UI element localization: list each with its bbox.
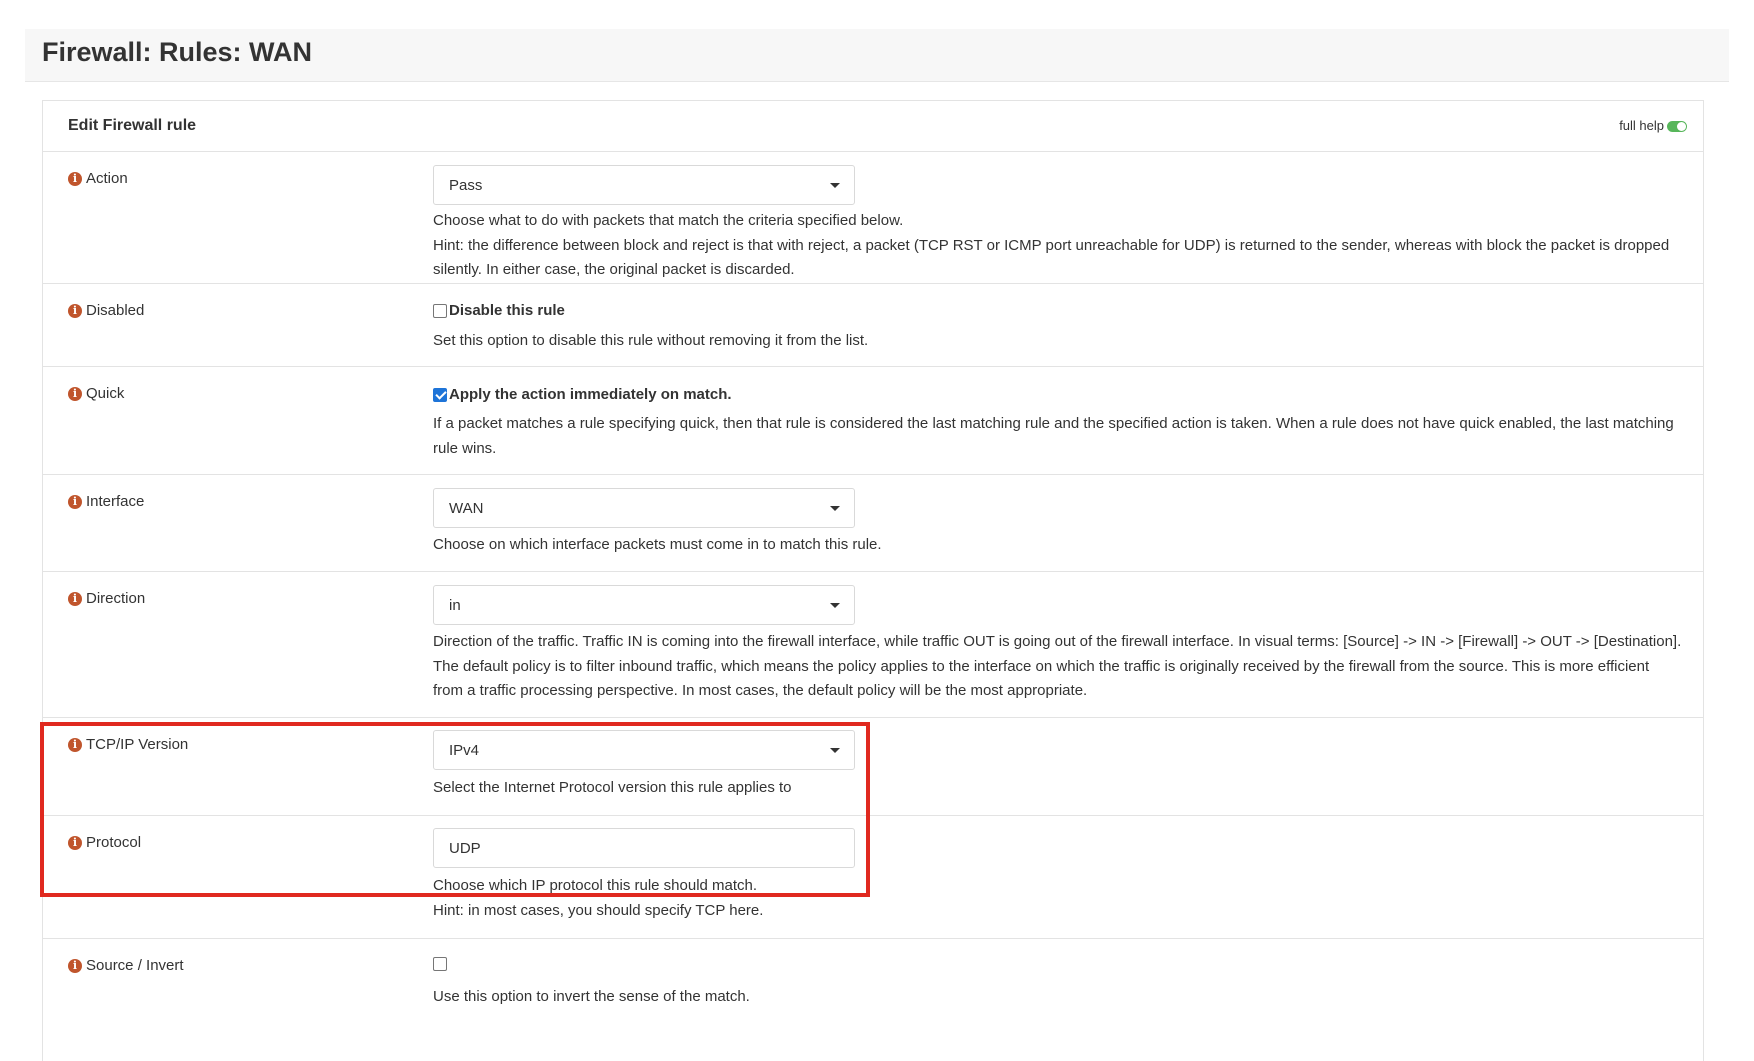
edit-rule-panel: Edit Firewall rule full help i Action Pa… [42, 100, 1704, 1061]
protocol-field[interactable]: UDP [433, 828, 855, 868]
protocol-label: i Protocol [68, 834, 141, 851]
quick-checkbox[interactable] [433, 387, 447, 402]
caret-down-icon [830, 183, 840, 188]
row-interface: i Interface WAN Choose on which interfac… [43, 475, 1703, 572]
disabled-help: Set this option to disable this rule wit… [433, 332, 869, 349]
tcpip-version-label-text: TCP/IP Version [86, 736, 189, 753]
direction-select[interactable]: in [433, 585, 855, 625]
protocol-field-value: UDP [449, 840, 481, 857]
source-invert-label: i Source / Invert [68, 957, 184, 974]
protocol-help-text: Choose which IP protocol this rule shoul… [433, 877, 758, 894]
info-icon[interactable]: i [68, 386, 82, 401]
caret-down-icon [830, 506, 840, 511]
direction-select-value: in [449, 597, 461, 614]
quick-label-text: Quick [86, 385, 125, 402]
panel-heading: Edit Firewall rule full help [43, 101, 1703, 152]
disabled-label: i Disabled [68, 302, 144, 319]
interface-help: Choose on which interface packets must c… [433, 536, 882, 553]
action-hint-text: Hint: the difference between block and r… [433, 236, 1670, 279]
caret-down-icon [830, 603, 840, 608]
tcpip-version-help: Select the Internet Protocol version thi… [433, 779, 792, 796]
action-label-text: Action [86, 170, 128, 187]
action-label: i Action [68, 170, 128, 187]
protocol-help: Choose which IP protocol this rule shoul… [433, 874, 1683, 923]
source-invert-checkbox[interactable] [433, 957, 447, 971]
disabled-label-text: Disabled [86, 302, 145, 319]
info-icon[interactable]: i [68, 494, 82, 509]
quick-checkbox-label[interactable]: Apply the action immediately on match. [449, 386, 732, 403]
row-tcpip-version: i TCP/IP Version IPv4 Select the Interne… [43, 718, 1703, 816]
tcpip-version-select[interactable]: IPv4 [433, 730, 855, 770]
direction-help: Direction of the traffic. Traffic IN is … [433, 633, 1682, 699]
info-icon[interactable]: i [68, 591, 82, 606]
interface-label-text: Interface [86, 493, 145, 510]
interface-label: i Interface [68, 493, 144, 510]
full-help-toggle[interactable]: full help [1619, 118, 1687, 133]
direction-label-text: Direction [86, 590, 146, 607]
row-source-invert: i Source / Invert Use this option to inv… [43, 939, 1703, 1061]
info-icon[interactable]: i [68, 835, 82, 850]
protocol-hint-text: Hint: in most cases, you should specify … [433, 901, 764, 919]
quick-help: If a packet matches a rule specifying qu… [433, 415, 1674, 457]
info-icon[interactable]: i [68, 303, 82, 318]
row-disabled: i Disabled Disable this rule Set this op… [43, 284, 1703, 367]
source-invert-help: Use this option to invert the sense of t… [433, 988, 750, 1005]
action-select-value: Pass [449, 177, 483, 194]
tcpip-version-label: i TCP/IP Version [68, 736, 188, 753]
page-title: Firewall: Rules: WAN [42, 37, 313, 67]
direction-label: i Direction [68, 590, 145, 607]
source-invert-label-text: Source / Invert [86, 957, 184, 974]
info-icon[interactable]: i [68, 737, 82, 752]
row-direction: i Direction in Direction of the traffic.… [43, 572, 1703, 718]
full-help-label: full help [1619, 118, 1664, 133]
interface-select[interactable]: WAN [433, 488, 855, 528]
quick-label: i Quick [68, 385, 124, 402]
row-action: i Action Pass Choose what to do with pac… [43, 152, 1703, 284]
info-icon[interactable]: i [68, 958, 82, 973]
action-help: Choose what to do with packets that matc… [433, 209, 1683, 283]
disabled-checkbox-line[interactable]: Disable this rule [433, 302, 565, 319]
protocol-label-text: Protocol [86, 834, 142, 851]
page-header: Firewall: Rules: WAN [25, 29, 1729, 82]
quick-checkbox-line[interactable]: Apply the action immediately on match. [433, 386, 732, 403]
interface-select-value: WAN [449, 500, 484, 517]
row-protocol: i Protocol UDP Choose which IP protocol … [43, 816, 1703, 939]
toggle-switch-icon[interactable] [1667, 121, 1687, 133]
panel-title: Edit Firewall rule [68, 117, 197, 134]
disabled-checkbox[interactable] [433, 303, 447, 318]
caret-down-icon [830, 748, 840, 753]
disabled-checkbox-label[interactable]: Disable this rule [449, 302, 565, 319]
row-quick: i Quick Apply the action immediately on … [43, 367, 1703, 475]
action-select[interactable]: Pass [433, 165, 855, 205]
source-invert-checkbox-line[interactable] [433, 957, 449, 971]
tcpip-version-select-value: IPv4 [449, 742, 480, 759]
info-icon[interactable]: i [68, 171, 82, 186]
action-help-text: Choose what to do with packets that matc… [433, 212, 904, 229]
